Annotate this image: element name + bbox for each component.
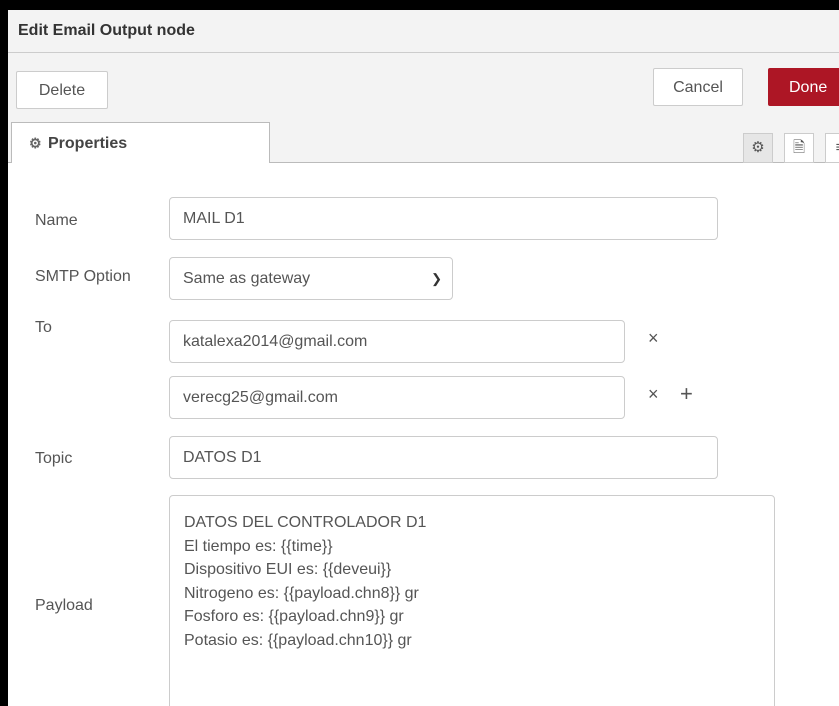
- smtp-option-label: SMTP Option: [35, 268, 131, 285]
- tab-properties-label: Properties: [48, 135, 128, 152]
- gear-icon: ⚙: [29, 135, 42, 151]
- name-input[interactable]: MAIL D1: [169, 197, 718, 240]
- payload-line: Nitrogeno es: {{payload.chn8}} gr: [184, 584, 419, 602]
- smtp-option-select[interactable]: Same as gateway ❯: [169, 257, 453, 300]
- name-label: Name: [35, 212, 78, 229]
- done-button[interactable]: Done: [768, 68, 839, 106]
- cancel-button[interactable]: Cancel: [653, 68, 743, 106]
- payload-line: DATOS DEL CONTROLADOR D1: [184, 514, 427, 531]
- dialog-toolbar: Delete Cancel Done: [8, 53, 839, 118]
- payload-line: El tiempo es: {{time}}: [184, 537, 333, 555]
- payload-line: Potasio es: {{payload.chn10}} gr: [184, 631, 412, 649]
- smtp-option-value: Same as gateway: [183, 270, 311, 287]
- chevron-down-icon: ❯: [431, 271, 442, 286]
- tab-bar: ⚙ Properties ⚙ 🗎 ≡: [8, 118, 839, 163]
- edit-node-dialog: Edit Email Output node Delete Cancel Don…: [8, 10, 839, 706]
- payload-line: Dispositivo EUI es: {{deveui}}: [184, 561, 392, 578]
- settings-tab-icon[interactable]: ⚙: [743, 133, 773, 163]
- to-email-field-1[interactable]: katalexa2014@gmail.com: [169, 320, 625, 363]
- to-email-field-2[interactable]: verecg25@gmail.com: [169, 376, 625, 419]
- remove-recipient-2-icon[interactable]: ×: [648, 384, 659, 405]
- topic-input[interactable]: DATOS D1: [169, 436, 718, 479]
- remove-recipient-1-icon[interactable]: ×: [648, 328, 659, 349]
- dialog-title: Edit Email Output node: [18, 22, 195, 39]
- description-tab-icon[interactable]: 🗎: [784, 133, 814, 163]
- add-recipient-icon[interactable]: +: [680, 381, 693, 407]
- tab-properties[interactable]: ⚙ Properties: [11, 122, 270, 163]
- payload-textarea[interactable]: DATOS DEL CONTROLADOR D1 El tiempo es: {…: [169, 495, 775, 706]
- payload-line: Fosforo es: {{payload.chn9}} gr: [184, 608, 404, 625]
- payload-label: Payload: [35, 597, 93, 614]
- to-label: To: [35, 319, 52, 336]
- topic-label: Topic: [35, 450, 73, 467]
- dialog-header: Edit Email Output node: [8, 10, 839, 53]
- appearance-tab-icon[interactable]: ≡: [825, 133, 839, 163]
- delete-button[interactable]: Delete: [16, 71, 108, 109]
